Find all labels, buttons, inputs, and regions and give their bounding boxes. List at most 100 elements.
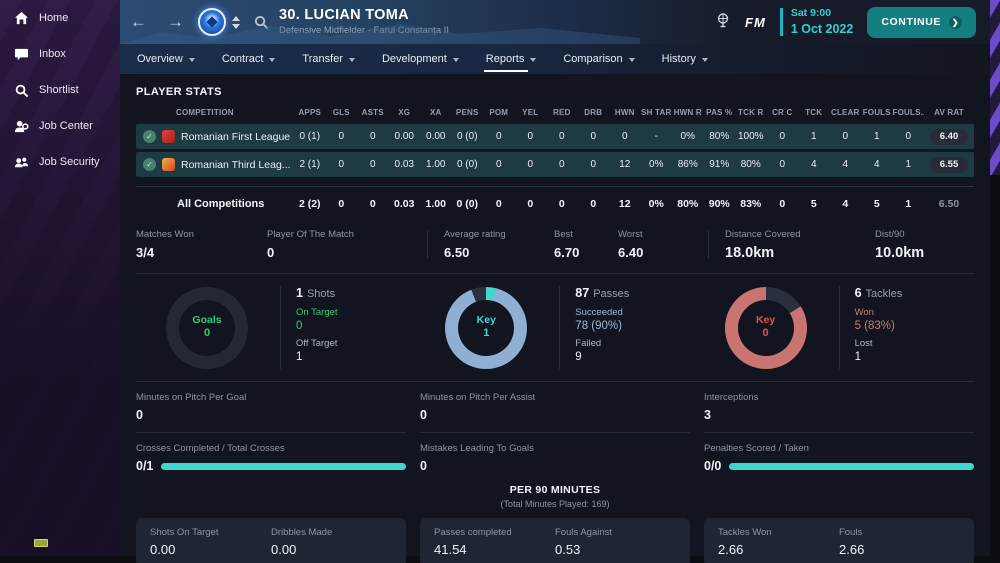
- sidebar-item-label: Shortlist: [39, 84, 79, 96]
- competition-name: Romanian First League: [181, 130, 291, 143]
- tab-transfer[interactable]: Transfer: [302, 47, 355, 71]
- per-90-card-defending: Tackles Won 2.66 Fouls 2.66: [704, 518, 974, 563]
- chevron-down-icon: [701, 58, 708, 62]
- sidebar-item-inbox[interactable]: Inbox: [0, 36, 120, 72]
- passes-donut-chart: Key 1: [445, 286, 528, 369]
- sidebar-item-home[interactable]: Home: [0, 0, 120, 36]
- player-stats-title: PLAYER STATS: [136, 86, 222, 98]
- game-time: Sat 9:00: [790, 7, 832, 20]
- per-90-header: PER 90 MINUTES (Total Minutes Played: 16…: [136, 483, 974, 510]
- main-panel: ← → 30. LUCIAN TOMA Defensive Midfielder…: [120, 0, 1000, 563]
- mid-stats-band: Minutes on Pitch Per Goal 0 Minutes on P…: [136, 382, 974, 433]
- crosses-progress-bar: [161, 462, 406, 470]
- tackles-donut-chart: Key 0: [724, 286, 807, 369]
- sidebar-item-shortlist[interactable]: Shortlist: [0, 72, 120, 108]
- stats-content: PLAYER STATS COMPETITION APPS GLS ASTS X…: [120, 74, 990, 563]
- club-badge-icon[interactable]: [198, 8, 226, 36]
- total-row-label: All Competitions: [177, 198, 265, 210]
- stat-fouls-against-90: Fouls Against 0.53: [555, 527, 613, 558]
- goals-donut-block: Goals 0 1 Shots On Target 0 Off Target 1: [136, 286, 415, 369]
- sidebar-item-label: Job Center: [39, 120, 93, 132]
- per-90-card-passing: Passes completed 41.54 Fouls Against 0.5…: [420, 518, 690, 563]
- shortlist-icon: [13, 82, 29, 98]
- date-block: Sat 9:00 1 Oct 2022: [779, 7, 854, 37]
- chevron-down-icon: [530, 58, 537, 62]
- edge-stripes-decor: [990, 0, 1000, 175]
- home-icon: [13, 10, 29, 26]
- per-90-card-shooting: Shots On Target 0.00 Dribbles Made 0.00: [136, 518, 406, 563]
- stat-interceptions: Interceptions 3: [704, 392, 974, 433]
- competition-name: Romanian Third Leag...: [181, 158, 291, 171]
- tab-overview[interactable]: Overview: [137, 47, 195, 71]
- table-row-romanian-first-league[interactable]: ✓ Romanian First League 0 (1) 0 0 0.00 0…: [136, 124, 974, 149]
- tab-history[interactable]: History: [662, 47, 708, 71]
- stat-shots-on-target-90: Shots On Target 0.00: [150, 527, 219, 558]
- tab-reports[interactable]: Reports: [483, 47, 537, 72]
- si-logo-icon: [34, 539, 48, 547]
- chevron-down-icon: [348, 58, 355, 62]
- tackles-donut-block: Key 0 6 Tackles Won 5 (83%) Lost 1: [695, 286, 974, 369]
- stat-best-rating: Best 6.70: [554, 229, 580, 260]
- per-90-title: PER 90 MINUTES: [509, 484, 601, 496]
- divider: [708, 231, 709, 259]
- summary-band: Matches Won 3/4 Player Of The Match 0 Av…: [136, 220, 974, 274]
- continue-label: CONTINUE: [881, 16, 941, 28]
- stats-table-header: COMPETITION APPS GLS ASTS XG XA PENS POM…: [176, 108, 964, 117]
- fm-logo: FM: [745, 14, 766, 30]
- stat-penalties-scored: Penalties Scored / Taken 0/0: [704, 443, 974, 473]
- stat-crosses-completed: Crosses Completed / Total Crosses 0/1: [136, 443, 406, 473]
- donut-band: Goals 0 1 Shots On Target 0 Off Target 1 Ke…: [136, 274, 974, 382]
- stat-mistakes-leading-to-goals: Mistakes Leading To Goals 0: [420, 443, 534, 473]
- played-check-icon: ✓: [143, 130, 156, 143]
- world-icon[interactable]: [715, 12, 731, 33]
- sidebar: Home Inbox Shortlist Job Center Job Secu…: [0, 0, 120, 556]
- stat-minutes-per-assist: Minutes on Pitch Per Assist 0: [420, 392, 690, 433]
- top-bar: ← → 30. LUCIAN TOMA Defensive Midfielder…: [120, 0, 990, 44]
- sidebar-item-label: Inbox: [39, 48, 66, 60]
- table-row-all-competitions[interactable]: All Competitions 2 (2) 0 0 0.03 1.00 0 (…: [136, 186, 974, 220]
- stat-passes-completed-90: Passes completed 41.54: [434, 527, 512, 558]
- continue-button[interactable]: CONTINUE ❯: [867, 6, 976, 38]
- league-badge-icon: [162, 130, 175, 143]
- avg-rating-total: 6.50: [938, 198, 960, 210]
- game-date: Sat 9:00 1 Oct 2022: [791, 7, 854, 37]
- avg-rating-badge: 6.55: [930, 156, 968, 173]
- fm-app: Home Inbox Shortlist Job Center Job Secu…: [0, 0, 1000, 563]
- section-tabs: Overview Contract Transfer Development R…: [120, 44, 990, 74]
- passes-donut-block: Key 1 87 Passes Succeeded 78 (90%) Failed 9: [415, 286, 694, 369]
- stat-worst-rating: Worst 6.40: [618, 229, 644, 260]
- divider: [427, 231, 428, 259]
- chevron-down-icon: [188, 58, 195, 62]
- sidebar-item-label: Home: [39, 12, 69, 24]
- stat-matches-won: Matches Won 3/4: [136, 229, 194, 260]
- chevron-down-icon: [269, 58, 276, 62]
- job-center-icon: [13, 118, 29, 134]
- per-90-cards: Shots On Target 0.00 Dribbles Made 0.00 …: [136, 518, 974, 563]
- date-accent-bar: [779, 7, 783, 36]
- job-security-icon: [13, 154, 29, 170]
- stat-distance-covered: Distance Covered 18.0km: [725, 229, 801, 261]
- played-check-icon: ✓: [143, 158, 156, 171]
- per-90-subtitle: (Total Minutes Played: 169): [500, 498, 610, 509]
- stat-tackles-won-90: Tackles Won 2.66: [718, 527, 772, 558]
- sidebar-item-job-center[interactable]: Job Center: [0, 108, 120, 144]
- stat-average-rating: Average rating 6.50: [444, 229, 506, 260]
- chevron-down-icon: [452, 58, 459, 62]
- penalties-progress-bar: [729, 462, 974, 470]
- tab-contract[interactable]: Contract: [222, 47, 276, 71]
- tab-development[interactable]: Development: [382, 47, 459, 71]
- stat-dist-per-90: Dist/90 10.0km: [875, 229, 925, 261]
- stat-player-of-the-match: Player Of The Match 0: [267, 229, 354, 260]
- top-right-cluster: FM Sat 9:00 1 Oct 2022 CONTINUE ❯: [715, 6, 990, 38]
- table-row-romanian-third-league[interactable]: ✓ Romanian Third Leag... 2 (1) 0 0 0.03 …: [136, 152, 974, 177]
- avg-rating-badge: 6.40: [930, 128, 968, 145]
- tab-comparison[interactable]: Comparison: [563, 47, 635, 71]
- goals-donut-chart: Goals 0: [166, 286, 248, 369]
- inbox-icon: [13, 46, 29, 62]
- progress-band: Crosses Completed / Total Crosses 0/1 Mi…: [136, 433, 974, 479]
- sidebar-item-label: Job Security: [39, 156, 100, 168]
- stat-minutes-per-goal: Minutes on Pitch Per Goal 0: [136, 392, 406, 433]
- stat-dribbles-made-90: Dribbles Made 0.00: [271, 527, 333, 558]
- sidebar-item-job-security[interactable]: Job Security: [0, 144, 120, 180]
- game-day: 1 Oct 2022: [790, 21, 854, 36]
